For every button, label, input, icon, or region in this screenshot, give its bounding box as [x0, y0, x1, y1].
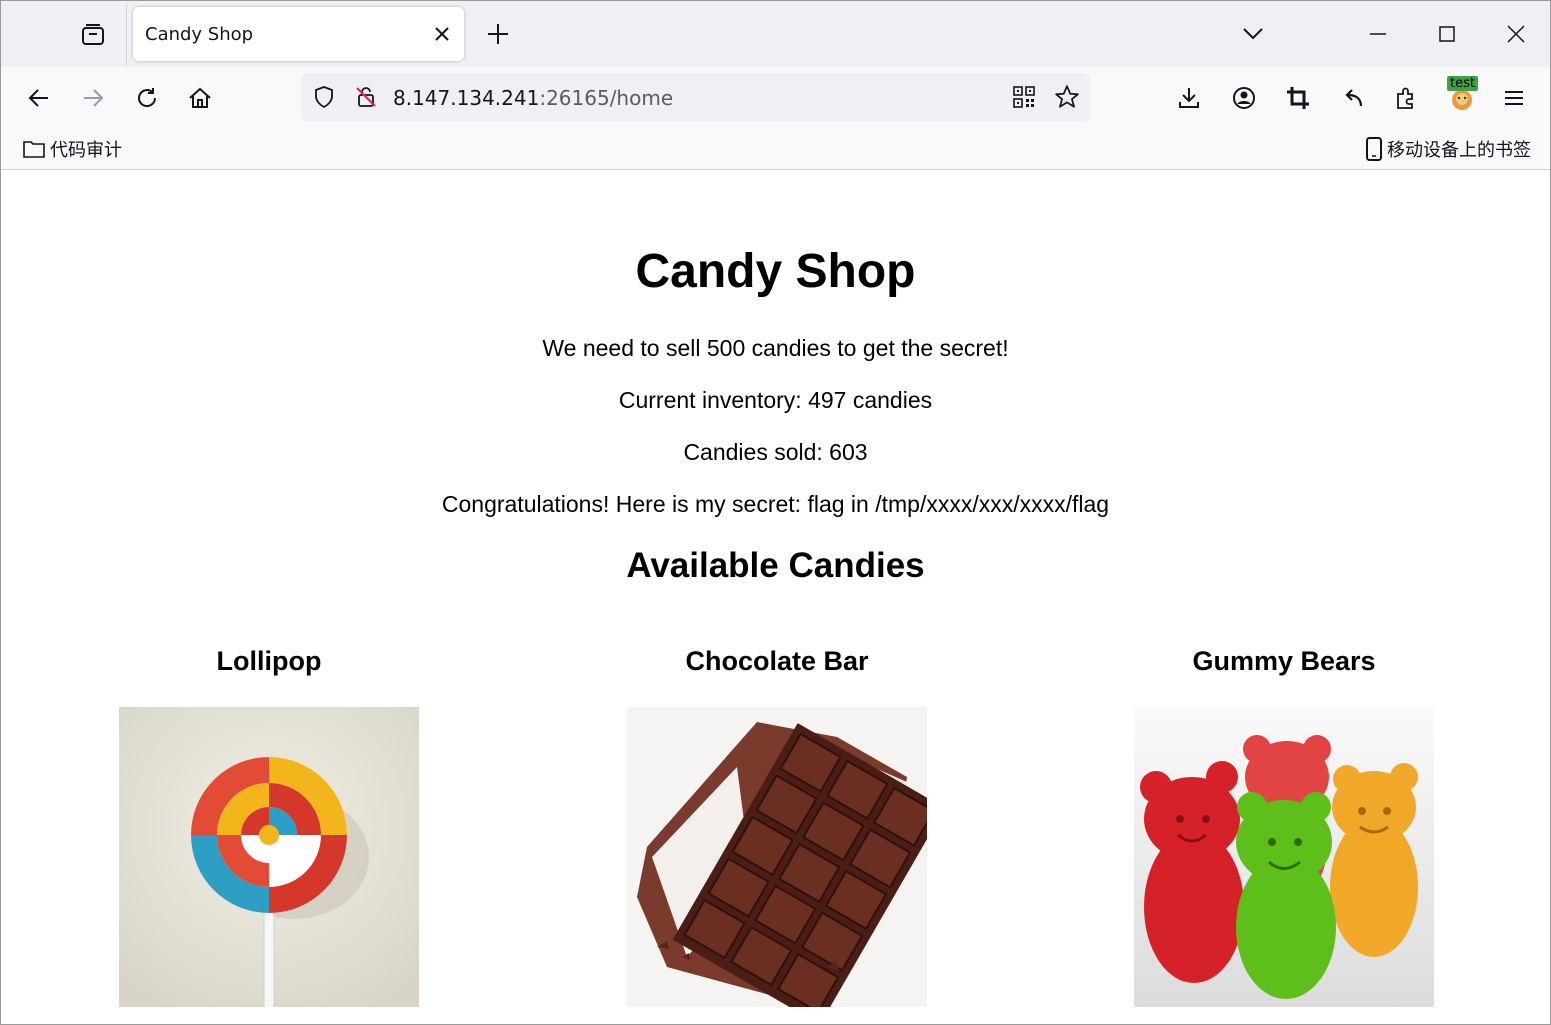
- undo-close-button[interactable]: [1335, 81, 1369, 115]
- downloads-button[interactable]: [1172, 81, 1206, 115]
- download-icon: [1179, 88, 1199, 108]
- section-title: Available Candies: [626, 546, 925, 585]
- tab-strip: Candy Shop: [1, 1, 1550, 67]
- profile-badge-label: test: [1447, 76, 1478, 91]
- candy-name: Gummy Bears: [1192, 646, 1376, 676]
- inventory-text: Current inventory: 497 candies: [618, 387, 933, 413]
- candy-name: Lollipop: [216, 646, 322, 676]
- insecure-lock-icon[interactable]: [352, 83, 380, 111]
- account-button[interactable]: [1227, 81, 1261, 115]
- tab-overview-button[interactable]: [75, 17, 111, 53]
- tab-separator: [126, 5, 127, 65]
- tab-candy-shop[interactable]: Candy Shop: [133, 7, 464, 61]
- screenshot-button[interactable]: [1281, 81, 1315, 115]
- bookmarks-toolbar: 代码审计 移动设备上的书签: [1, 129, 1550, 170]
- home-icon: [189, 87, 211, 108]
- candy-card-lollipop: Lollipop: [15, 646, 523, 1007]
- reload-icon: [138, 88, 157, 107]
- bookmark-folder-label: 移动设备上的书签: [1387, 140, 1531, 161]
- page-content: Candy Shop We need to sell 500 candies t…: [1, 170, 1550, 1024]
- back-button[interactable]: [22, 81, 56, 115]
- candy-card-chocolate-bar: Chocolate Bar: [523, 646, 1031, 1007]
- tracking-protection-shield-icon[interactable]: [310, 83, 338, 111]
- minimize-icon[interactable]: [1365, 21, 1391, 47]
- url-host: 8.147.134.241: [393, 86, 540, 110]
- close-tab-icon[interactable]: [432, 24, 452, 44]
- chocolate-bar-image: [627, 707, 927, 1007]
- home-button[interactable]: [183, 81, 217, 115]
- app-menu-button[interactable]: [1497, 81, 1531, 115]
- crop-icon: [1287, 87, 1309, 109]
- candy-card-gummy-bears: Gummy Bears: [1030, 646, 1538, 1007]
- profile-extension-button[interactable]: test: [1447, 76, 1481, 112]
- browser-window: Candy Shop 8.147.134.241:26165/home test…: [0, 0, 1551, 1025]
- extensions-button[interactable]: [1389, 81, 1423, 115]
- close-window-icon[interactable]: [1503, 21, 1529, 47]
- new-tab-icon[interactable]: [483, 19, 513, 49]
- navigation-toolbar: 8.147.134.241:26165/home test: [1, 67, 1550, 129]
- secret-text: Congratulations! Here is my secret: flag…: [441, 491, 1110, 517]
- bookmark-folder-code-audit[interactable]: 代码审计: [22, 137, 122, 161]
- bookmark-folder-mobile[interactable]: 移动设备上的书签: [1365, 137, 1531, 161]
- url-text: 8.147.134.241:26165/home: [393, 86, 673, 110]
- lollipop-image: [119, 707, 419, 1007]
- bookmark-folder-label: 代码审计: [50, 140, 122, 161]
- mobile-device-icon: [1366, 137, 1382, 161]
- address-bar[interactable]: 8.147.134.241:26165/home: [301, 73, 1090, 121]
- tab-overview-icon: [82, 24, 104, 45]
- forward-arrow-icon: [84, 89, 104, 107]
- qr-code-icon[interactable]: [1010, 83, 1038, 111]
- account-icon: [1233, 87, 1255, 109]
- maximize-icon[interactable]: [1434, 21, 1460, 47]
- gummy-bears-image: [1134, 707, 1434, 1007]
- url-path: :26165/home: [539, 86, 674, 110]
- list-all-tabs-chevron-icon[interactable]: [1239, 21, 1267, 47]
- back-arrow-icon: [28, 89, 48, 107]
- page-title: Candy Shop: [635, 245, 916, 298]
- candy-name: Chocolate Bar: [685, 646, 869, 676]
- forward-button[interactable]: [76, 81, 110, 115]
- reload-button[interactable]: [130, 81, 164, 115]
- bookmark-star-icon[interactable]: [1053, 83, 1081, 111]
- folder-icon: [23, 141, 45, 158]
- puzzle-piece-icon: [1397, 87, 1413, 109]
- hamburger-menu-icon: [1505, 91, 1523, 105]
- sold-text: Candies sold: 603: [683, 439, 868, 465]
- goal-text: We need to sell 500 candies to get the s…: [542, 335, 1009, 361]
- undo-arrow-icon: [1345, 89, 1363, 107]
- tab-title: Candy Shop: [145, 24, 254, 45]
